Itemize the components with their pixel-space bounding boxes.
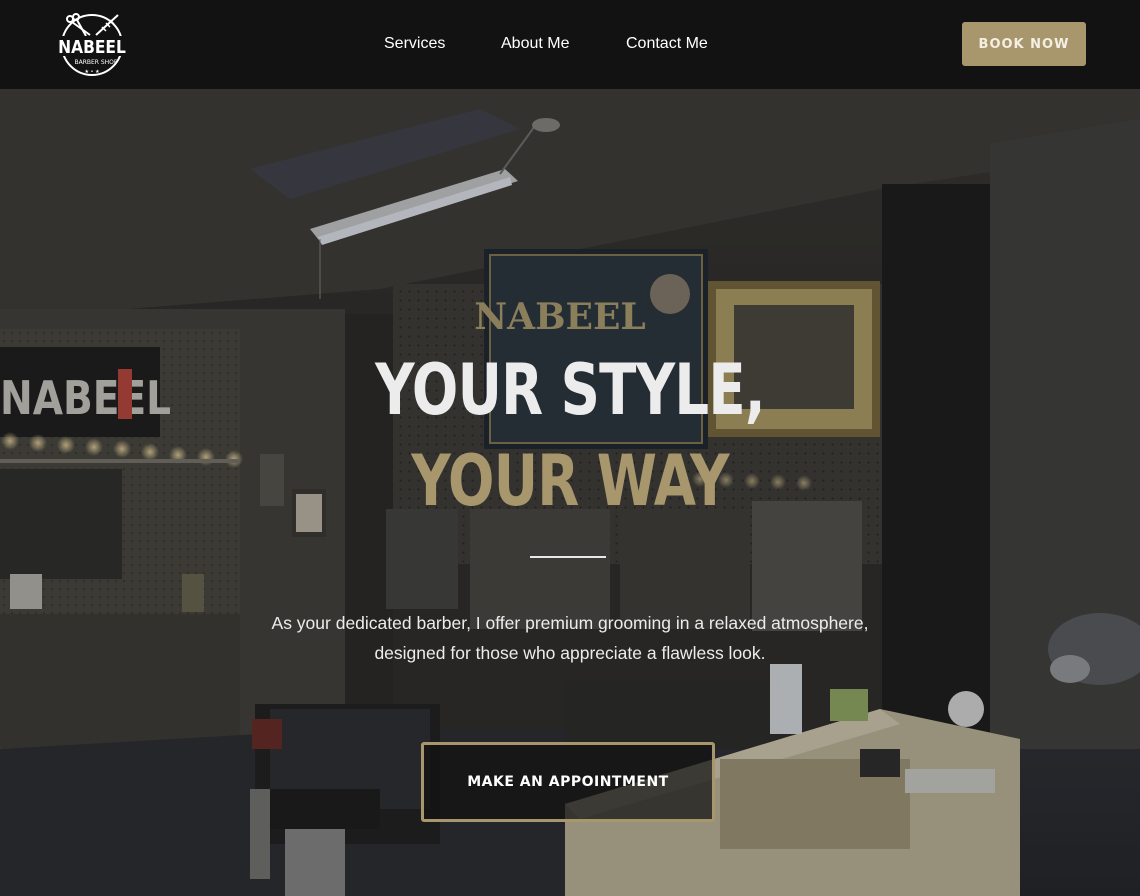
logo-subtitle-text: BARBER SHOP (74, 59, 117, 66)
hero-section: NABEEL NABEEL YOUR STYLE, YOUR WAY As yo… (0, 89, 1140, 896)
book-now-button[interactable]: BOOK NOW (962, 22, 1086, 66)
svg-text:★ • ★: ★ • ★ (84, 69, 100, 75)
logo[interactable]: NABEEL BARBER SHOP ★ • ★ (56, 9, 128, 77)
nav-link-services[interactable]: Services (384, 33, 445, 55)
make-appointment-button[interactable]: MAKE AN APPOINTMENT (421, 742, 715, 822)
navbar: NABEEL BARBER SHOP ★ • ★ Services About … (0, 0, 1140, 89)
nav-link-contact-me[interactable]: Contact Me (626, 33, 708, 55)
logo-name-text: NABEEL (58, 36, 126, 57)
barber-logo-icon: NABEEL BARBER SHOP ★ • ★ (58, 13, 126, 76)
nav-link-about-me[interactable]: About Me (501, 33, 569, 55)
hero-title-line2: YOUR WAY (411, 440, 729, 522)
hero-description: As your dedicated barber, I offer premiu… (271, 613, 869, 663)
hero-divider (530, 556, 606, 558)
hero-title-line1: YOUR STYLE, (375, 349, 766, 431)
